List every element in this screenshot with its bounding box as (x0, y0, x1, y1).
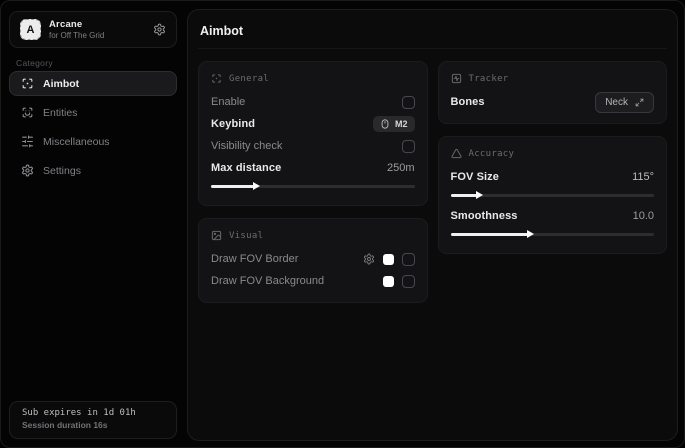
fov-background-color-swatch[interactable] (383, 276, 394, 287)
visibility-check-label: Visibility check (211, 140, 282, 152)
subscription-info-card: Sub expires in 1d 01h Session duration 1… (9, 401, 177, 439)
app-subtitle: for Off The Grid (49, 31, 104, 40)
image-icon (211, 230, 222, 241)
smoothness-slider[interactable] (451, 228, 655, 240)
sidebar-nav: Aimbot Entities Miscellaneous Settings (9, 71, 177, 183)
sidebar-item-label: Miscellaneous (43, 136, 110, 148)
sidebar-item-label: Entities (43, 107, 77, 119)
enable-row: Enable (211, 91, 415, 113)
app-logo: A (20, 19, 41, 40)
activity-icon (451, 73, 462, 84)
tracker-card: Tracker Bones Neck (438, 61, 668, 124)
crosshair-scan-icon (211, 73, 222, 84)
fov-size-row: FOV Size 115° (451, 166, 655, 188)
triangle-icon (451, 148, 462, 159)
fov-size-value: 115° (632, 171, 654, 183)
sidebar-item-label: Aimbot (43, 78, 79, 90)
smoothness-value: 10.0 (633, 210, 654, 222)
bones-label: Bones (451, 96, 485, 108)
fov-size-slider[interactable] (451, 189, 655, 201)
card-title: Accuracy (469, 149, 515, 159)
general-card: General Enable Keybind M2 (198, 61, 428, 206)
max-distance-slider[interactable] (211, 180, 415, 192)
crosshair-scan-icon (21, 77, 34, 90)
fov-size-label: FOV Size (451, 171, 499, 183)
session-duration-text: Session duration 16s (22, 420, 164, 430)
gear-icon (21, 164, 34, 177)
keybind-row: Keybind M2 (211, 113, 415, 135)
sidebar-item-entities[interactable]: Entities (9, 100, 177, 125)
keybind-value: M2 (395, 119, 408, 129)
smoothness-label: Smoothness (451, 210, 518, 222)
accuracy-card: Accuracy FOV Size 115° (438, 136, 668, 254)
arcane-window: A Arcane for Off The Grid Category Aimbo… (0, 0, 685, 448)
entity-scan-icon (21, 106, 34, 119)
bones-select[interactable]: Neck (595, 92, 654, 113)
sidebar-item-settings[interactable]: Settings (9, 158, 177, 183)
app-name: Arcane (49, 19, 104, 30)
category-label: Category (16, 58, 53, 68)
sidebar-item-miscellaneous[interactable]: Miscellaneous (9, 129, 177, 154)
card-title: Visual (229, 231, 263, 241)
visual-card: Visual Draw FOV Border Draw (198, 218, 428, 303)
app-logo-card: A Arcane for Off The Grid (9, 11, 177, 48)
gear-icon[interactable] (153, 23, 166, 36)
enable-label: Enable (211, 96, 245, 108)
slider-thumb[interactable] (476, 191, 483, 199)
slider-thumb[interactable] (253, 182, 260, 190)
sidebar-item-aimbot[interactable]: Aimbot (9, 71, 177, 96)
max-distance-label: Max distance (211, 162, 281, 174)
card-title: Tracker (469, 74, 509, 84)
page-title: Aimbot (198, 22, 667, 49)
bones-value: Neck (605, 97, 628, 108)
keybind-label: Keybind (211, 118, 255, 130)
bones-row: Bones Neck (451, 91, 655, 113)
max-distance-value: 250m (387, 162, 415, 174)
draw-fov-background-row: Draw FOV Background (211, 270, 415, 292)
draw-fov-background-label: Draw FOV Background (211, 275, 324, 287)
sidebar: A Arcane for Off The Grid Category Aimbo… (1, 1, 183, 447)
max-distance-row: Max distance 250m (211, 157, 415, 179)
keybind-button[interactable]: M2 (373, 116, 415, 132)
sliders-icon (21, 135, 34, 148)
visibility-check-checkbox[interactable] (402, 140, 415, 153)
expand-icon (635, 98, 644, 107)
card-title: General (229, 74, 269, 84)
main-panel: Aimbot General Enable (187, 9, 678, 441)
draw-fov-border-checkbox[interactable] (402, 253, 415, 266)
app-logo-letter: A (27, 24, 35, 36)
slider-thumb[interactable] (527, 230, 534, 238)
draw-fov-border-row: Draw FOV Border (211, 248, 415, 270)
mouse-icon (380, 119, 390, 129)
sub-expiry-text: Sub expires in 1d 01h (22, 408, 164, 418)
sidebar-item-label: Settings (43, 165, 81, 177)
draw-fov-background-checkbox[interactable] (402, 275, 415, 288)
enable-checkbox[interactable] (402, 96, 415, 109)
gear-icon[interactable] (363, 253, 375, 265)
fov-border-color-swatch[interactable] (383, 254, 394, 265)
smoothness-row: Smoothness 10.0 (451, 205, 655, 227)
visibility-check-row: Visibility check (211, 135, 415, 157)
draw-fov-border-label: Draw FOV Border (211, 253, 298, 265)
